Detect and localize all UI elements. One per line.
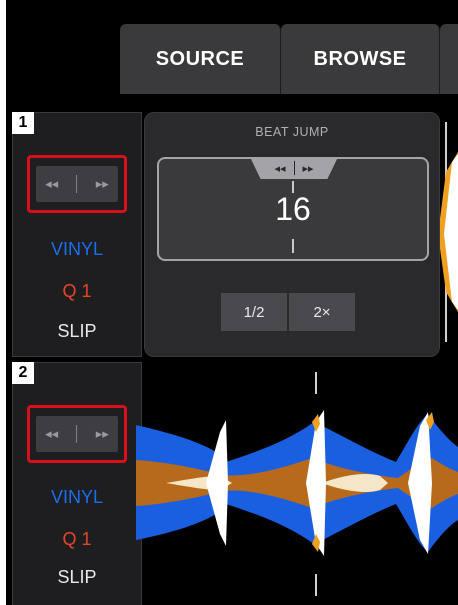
- halve-jump-button[interactable]: 1/2: [221, 293, 287, 331]
- deck-number-1: 1: [12, 112, 34, 134]
- jump-back-icon[interactable]: ◂◂: [45, 426, 58, 442]
- beat-jump-divider: [293, 161, 295, 175]
- deck-1-vinyl-mode[interactable]: VINYL: [13, 239, 141, 260]
- beat-jump-value: 16: [275, 191, 311, 227]
- deck-number-2: 2: [12, 362, 34, 384]
- beat-jump-back-icon[interactable]: ◂◂: [274, 162, 285, 175]
- center-tick-bottom: [292, 239, 294, 253]
- deck-1-quantize[interactable]: Q 1: [13, 281, 141, 302]
- beat-jump-panel: BEAT JUMP ◂◂ ▸▸ 16 1/2 2×: [144, 112, 440, 357]
- tab-browse[interactable]: BROWSE: [281, 24, 440, 94]
- beat-jump-forward-icon[interactable]: ▸▸: [303, 162, 314, 175]
- deck-2-controls: 2 ◂◂ ▸▸ VINYL Q 1 SLIP: [12, 362, 142, 605]
- deck-1-slip-mode[interactable]: SLIP: [13, 321, 141, 342]
- tab-next[interactable]: [440, 24, 458, 94]
- beat-jump-title: BEAT JUMP: [255, 125, 329, 139]
- deck-2-jump-buttons: ◂◂ ▸▸: [36, 416, 118, 452]
- deck-1-jump-buttons: ◂◂ ▸▸: [36, 166, 118, 202]
- jump-forward-icon[interactable]: ▸▸: [96, 176, 109, 192]
- tab-source[interactable]: SOURCE: [120, 24, 281, 94]
- deck-2-jump-control[interactable]: ◂◂ ▸▸: [27, 405, 127, 463]
- deck-1-controls: 1 ◂◂ ▸▸ VINYL Q 1 SLIP: [12, 112, 142, 357]
- screen: SOURCE BROWSE 1 ◂◂ ▸▸ VINYL Q 1 SLIP BEA…: [6, 0, 458, 605]
- deck-1-jump-control[interactable]: ◂◂ ▸▸: [27, 155, 127, 213]
- double-jump-button[interactable]: 2×: [289, 293, 355, 331]
- deck-2-quantize[interactable]: Q 1: [13, 529, 141, 550]
- deck-2-slip-mode[interactable]: SLIP: [13, 567, 141, 588]
- beat-jump-direction-tab: ◂◂ ▸▸: [250, 157, 338, 179]
- beat-jump-size-display[interactable]: ◂◂ ▸▸ 16: [157, 157, 429, 261]
- jump-back-icon[interactable]: ◂◂: [45, 176, 58, 192]
- jump-forward-icon[interactable]: ▸▸: [96, 426, 109, 442]
- deck-2-waveform: [136, 372, 458, 596]
- jump-divider: [76, 425, 78, 443]
- deck-2-vinyl-mode[interactable]: VINYL: [13, 487, 141, 508]
- jump-divider: [76, 175, 78, 193]
- top-tab-bar: SOURCE BROWSE: [6, 0, 458, 107]
